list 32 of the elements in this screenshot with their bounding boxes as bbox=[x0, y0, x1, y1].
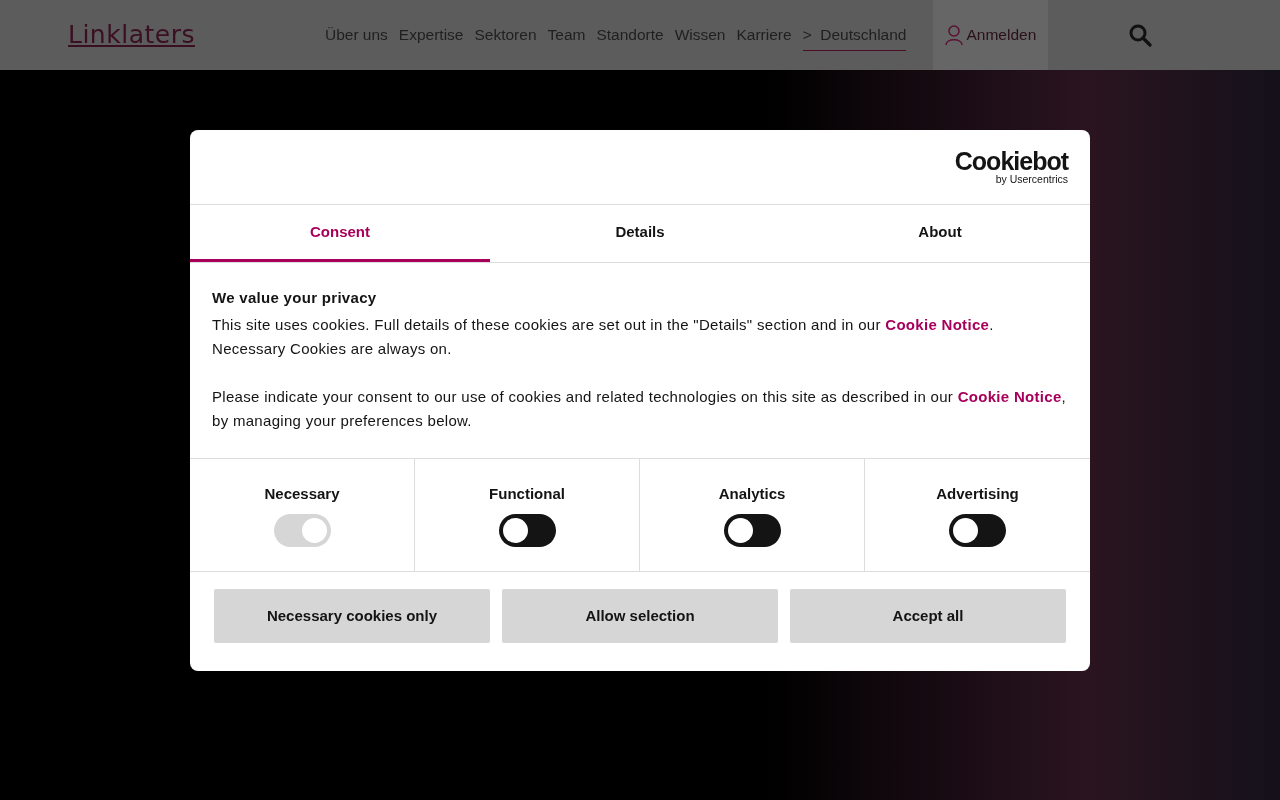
nav-link[interactable]: Wissen bbox=[674, 19, 726, 51]
toggle-switch[interactable] bbox=[949, 513, 1006, 547]
consent-button[interactable]: Allow selection bbox=[502, 589, 778, 643]
consent-button[interactable]: Necessary cookies only bbox=[214, 589, 490, 643]
toggle-switch[interactable] bbox=[723, 513, 781, 547]
toggle-label: Necessary bbox=[264, 484, 340, 504]
heading: We value your privacy bbox=[212, 289, 378, 307]
nav-link[interactable]: Team bbox=[547, 19, 586, 51]
toggle-label: Analytics bbox=[718, 484, 786, 504]
login-button[interactable]: Anmelden bbox=[933, 0, 1049, 70]
tab[interactable]: Consent bbox=[190, 205, 490, 262]
nav-link[interactable]: Expertise bbox=[398, 19, 464, 51]
nav-link[interactable]: Sektoren bbox=[474, 19, 537, 51]
cookie-notice-link[interactable]: Cookie Notice bbox=[957, 388, 1062, 405]
paragraph: This site uses cookies. Full details of these cookies are set out in the "Details" section and in our Cookie Notice. Necessary Cookies are always on. bbox=[212, 315, 995, 359]
nav-link[interactable]: Über uns bbox=[324, 19, 388, 51]
nav-link[interactable]: Standorte bbox=[596, 19, 664, 51]
toggle-label: Advertising bbox=[936, 484, 1019, 504]
brand-name: Cookiebot bbox=[954, 149, 1068, 175]
tab[interactable]: Details bbox=[490, 205, 790, 262]
toggle-switch[interactable] bbox=[498, 513, 556, 547]
tab[interactable]: About bbox=[790, 205, 1090, 262]
nav-link[interactable]: Karriere bbox=[736, 19, 792, 51]
consent-button[interactable]: Accept all bbox=[790, 589, 1066, 643]
user-icon bbox=[945, 25, 964, 45]
search-button[interactable] bbox=[1128, 22, 1152, 48]
region-link[interactable]: > Deutschland bbox=[802, 18, 907, 52]
paragraph: Please indicate your consent to our use of cookies and related technologies on this site as described in our Cookie Notice, by managing your preferences below. bbox=[212, 387, 1068, 431]
logo[interactable]: Linklaters bbox=[68, 16, 195, 54]
toggle-label: Functional bbox=[489, 484, 565, 504]
brand-byline: by Usercentrics bbox=[995, 174, 1068, 185]
cookie-notice-link[interactable]: Cookie Notice bbox=[885, 316, 990, 333]
